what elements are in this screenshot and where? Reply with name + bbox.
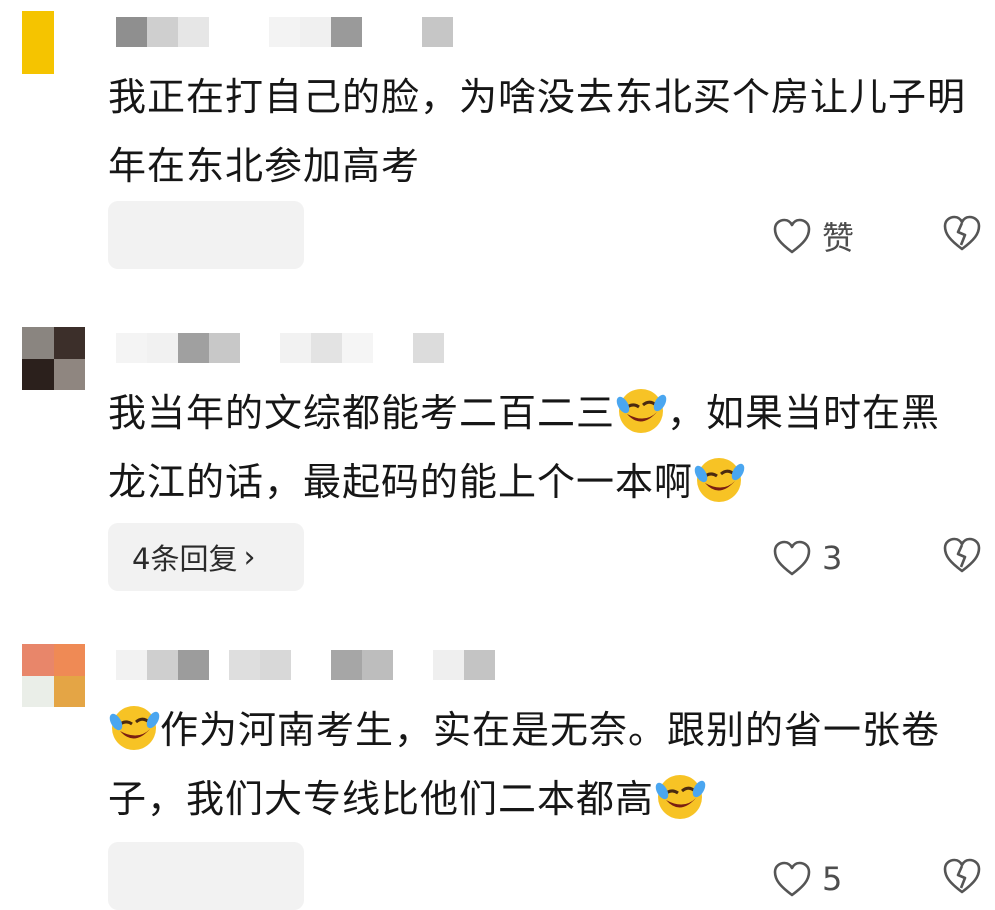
comment-text-part: 我当年的文综都能考二百二三 <box>108 391 616 435</box>
comment-item-1: 我正在打自己的脸，为啥没去东北买个房让儿子明年在东北参加高考 赞 <box>0 11 995 281</box>
avatar-pixel <box>22 327 54 359</box>
avatar-pixel <box>22 644 54 676</box>
like-button[interactable]: 5 <box>772 857 882 901</box>
avatar-pixel <box>22 675 54 707</box>
like-button[interactable]: 赞 <box>772 214 882 258</box>
avatar-pixel <box>53 42 85 74</box>
avatar[interactable] <box>22 327 85 390</box>
heart-outline-icon <box>773 861 811 897</box>
reply-count-label: 4条回复 <box>132 542 238 576</box>
avatar-pixel <box>53 327 85 359</box>
laughing-crying-emoji-icon <box>694 458 745 502</box>
avatar-pixel <box>53 644 85 676</box>
like-count: 5 <box>822 860 843 898</box>
dislike-button[interactable] <box>942 214 982 258</box>
heart-outline-icon <box>773 218 811 254</box>
laughing-crying-emoji-icon <box>616 389 667 433</box>
comment-text-part: 作为河南考生，实在是无奈。跟别的省一张卷子，我们大专线比他们二本都高 <box>108 708 941 821</box>
chevron-right-icon: › <box>243 539 256 575</box>
comment-text: 我正在打自己的脸，为啥没去东北买个房让儿子明年在东北参加高考 <box>108 75 967 188</box>
broken-heart-icon <box>943 537 981 573</box>
avatar-pixel <box>22 11 54 43</box>
username-blurred[interactable] <box>116 650 495 680</box>
avatar-pixel <box>53 358 85 390</box>
broken-heart-icon <box>943 215 981 251</box>
reply-chip-empty[interactable] <box>108 201 304 269</box>
avatar-pixel <box>53 675 85 707</box>
like-button[interactable]: 3 <box>772 536 882 580</box>
avatar-pixel <box>53 11 85 43</box>
reply-chip-empty[interactable] <box>108 842 304 910</box>
laughing-crying-emoji-icon <box>655 775 706 819</box>
comment-item-2: 我当年的文综都能考二百二三 ，如果当时在黑龙江的话，最起码的能上个一本啊 4条回复… <box>0 327 995 607</box>
like-label: 赞 <box>822 219 855 257</box>
view-replies-button[interactable]: 4条回复 › <box>108 523 304 591</box>
avatar-pixel <box>22 358 54 390</box>
broken-heart-icon <box>943 858 981 894</box>
comment-item-3: 作为河南考生，实在是无奈。跟别的省一张卷子，我们大专线比他们二本都高 5 <box>0 644 995 910</box>
username-blurred[interactable] <box>116 333 444 363</box>
comment-text: 我当年的文综都能考二百二三 ，如果当时在黑龙江的话，最起码的能上个一本啊 <box>108 379 978 517</box>
comment-text: 作为河南考生，实在是无奈。跟别的省一张卷子，我们大专线比他们二本都高 <box>108 696 978 834</box>
avatar[interactable] <box>22 11 85 74</box>
like-count: 3 <box>822 539 843 577</box>
dislike-button[interactable] <box>942 536 982 580</box>
username-blurred[interactable] <box>116 17 453 47</box>
laughing-crying-emoji-icon <box>109 706 160 750</box>
avatar-pixel <box>22 42 54 74</box>
avatar[interactable] <box>22 644 85 707</box>
heart-outline-icon <box>773 540 811 576</box>
dislike-button[interactable] <box>942 857 982 901</box>
